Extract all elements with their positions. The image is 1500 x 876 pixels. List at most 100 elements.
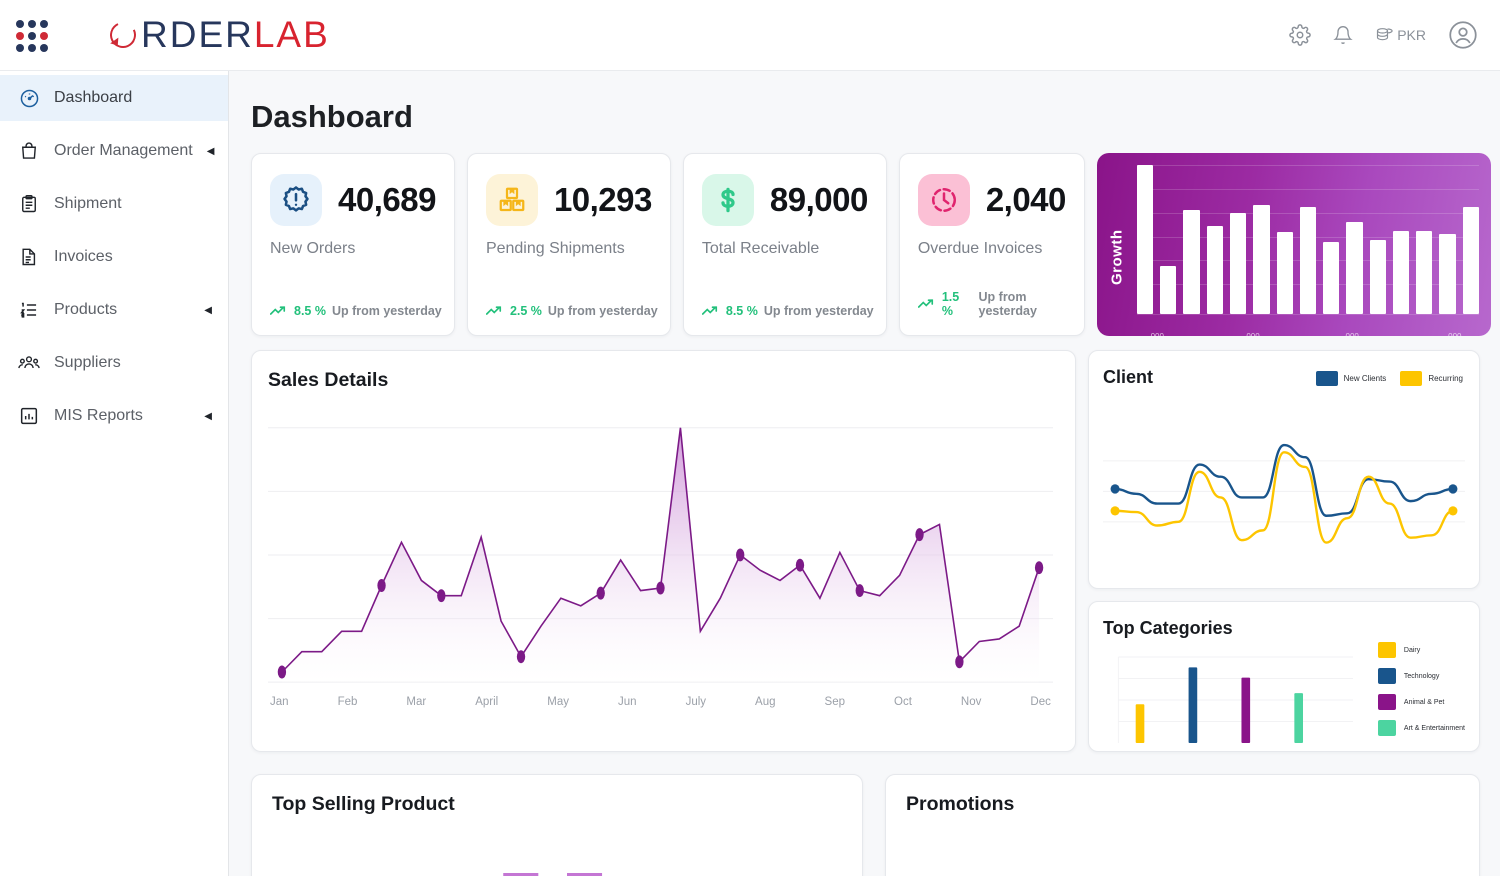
bag-icon xyxy=(18,140,40,162)
list-ol-icon xyxy=(18,299,40,321)
brand-logo[interactable]: RDERLAB xyxy=(108,14,330,56)
client-chart-card[interactable]: Client New Clients Recurring xyxy=(1088,350,1480,589)
growth-bar xyxy=(1276,232,1293,314)
kpi-value: 89,000 xyxy=(769,181,868,218)
sidebar-item-dashboard[interactable]: Dashboard xyxy=(0,75,228,121)
dashboard-app: RDERLAB PKR Dashboard Order Management ◀… xyxy=(0,0,1500,876)
category-bar xyxy=(1294,693,1303,743)
apps-grid-icon[interactable] xyxy=(14,18,48,52)
user-avatar-icon[interactable] xyxy=(1448,20,1478,50)
legend-swatch-new-clients xyxy=(1315,371,1338,386)
legend-item: New Clients xyxy=(1315,371,1387,386)
legend-swatch-art-entertainment xyxy=(1377,720,1396,736)
sales-details-card[interactable]: Sales Details Jan Feb Mar April May Jun July Au… xyxy=(251,350,1076,752)
clipboard-icon xyxy=(18,193,40,215)
sales-x-axis-labels: Jan Feb Mar April May Jun July Aug Sep Oct Nov Dec xyxy=(268,696,1053,708)
top-selling-product-card[interactable]: Top Selling Product xyxy=(251,774,863,876)
sidebar-item-invoices[interactable]: Invoices xyxy=(0,234,228,280)
kpi-value: 40,689 xyxy=(338,181,436,218)
sidebar-item-suppliers[interactable]: Suppliers xyxy=(0,340,228,386)
bell-icon[interactable] xyxy=(1333,25,1353,45)
sidebar-item-order-management[interactable]: Order Management ◀ xyxy=(0,128,228,174)
x-tick-label: Dec xyxy=(1030,696,1051,708)
clock-icon xyxy=(917,174,970,226)
middle-row: Sales Details Jan Feb Mar April May Jun July Au… xyxy=(251,350,1480,752)
growth-bar xyxy=(1346,221,1363,314)
top-categories-chart xyxy=(1117,656,1353,743)
legend-swatch-technology xyxy=(1377,668,1396,684)
category-bar xyxy=(1241,677,1251,743)
x-tick-label: Feb xyxy=(337,696,358,708)
legend-label: Dairy xyxy=(1403,646,1421,654)
legend-swatch-recurring xyxy=(1400,371,1423,386)
coins-icon xyxy=(1377,28,1393,41)
kpi-delta: 1.5 % xyxy=(941,290,960,318)
sidebar-label: Invoices xyxy=(54,248,113,265)
top-categories-card[interactable]: Top Categories Dairy Technology Animal &… xyxy=(1088,601,1480,752)
legend-label: New Clients xyxy=(1343,374,1387,383)
chevron-left-icon[interactable]: ◀ xyxy=(204,305,212,316)
growth-bar xyxy=(1323,242,1340,314)
growth-bar xyxy=(1369,239,1386,314)
kpi-delta: 2.5 % xyxy=(509,304,542,318)
sidebar-item-mis-reports[interactable]: MIS Reports ◀ xyxy=(0,393,228,439)
growth-bar xyxy=(1160,266,1177,314)
legend-label: Technology xyxy=(1403,672,1440,680)
kpi-delta-text: Up from yesterday xyxy=(547,304,658,318)
x-tick-label: Jan xyxy=(270,696,289,708)
sidebar-label: Suppliers xyxy=(54,354,121,371)
growth-bar xyxy=(1136,165,1154,314)
sidebar-label: Products xyxy=(54,301,118,318)
invoice-icon xyxy=(18,246,40,268)
sales-data-point xyxy=(596,586,605,600)
client-endpoint-marker xyxy=(1448,484,1458,494)
currency-selector[interactable]: PKR xyxy=(1375,25,1426,45)
kpi-card-new-orders[interactable]: 40,689 New Orders 8.5 % Up from yesterda… xyxy=(251,153,455,336)
sidebar: Dashboard Order Management ◀ Shipment In… xyxy=(0,71,229,876)
promotions-card[interactable]: Promotions xyxy=(885,774,1480,876)
category-bar xyxy=(1135,704,1145,743)
boxes-icon xyxy=(485,174,538,226)
chevron-left-icon[interactable]: ◀ xyxy=(207,146,215,157)
sidebar-label: Shipment xyxy=(54,195,122,212)
kpi-card-total-receivable[interactable]: 89,000 Total Receivable 8.5 % Up from ye… xyxy=(682,153,887,336)
kpi-card-pending-shipments[interactable]: 10,293 Pending Shipments 2.5 % Up from y… xyxy=(466,153,671,336)
growth-bar xyxy=(1299,206,1317,314)
legend-label: Recurring xyxy=(1428,374,1463,383)
legend-swatch-dairy xyxy=(1377,642,1396,658)
client-endpoint-marker xyxy=(1110,506,1120,516)
client-endpoint-marker xyxy=(1110,484,1120,494)
kpi-label: Pending Shipments xyxy=(485,240,625,257)
legend-item: Animal & Pet xyxy=(1377,694,1465,710)
sales-data-point xyxy=(855,584,864,598)
client-legend: New Clients Recurring xyxy=(1315,371,1463,386)
main-content: Dashboard 40,689 New Orders 8.5 % Up fro… xyxy=(229,71,1500,876)
card-title: Promotions xyxy=(906,793,1015,815)
logo-circle-icon xyxy=(108,20,138,50)
kpi-value: 2,040 xyxy=(985,181,1067,218)
growth-bar xyxy=(1462,206,1479,314)
growth-chart-card[interactable]: Growth 000 000 000 000 xyxy=(1096,153,1491,336)
x-tick-label: Aug xyxy=(755,696,776,708)
top-bar: RDERLAB PKR xyxy=(0,0,1500,71)
kpi-label: Total Receivable xyxy=(701,240,820,257)
growth-bar xyxy=(1253,205,1270,314)
growth-tick-label: 000 xyxy=(1151,332,1164,336)
dollar-icon xyxy=(701,174,754,226)
sales-data-point xyxy=(915,528,924,542)
chevron-left-icon[interactable]: ◀ xyxy=(204,411,212,422)
growth-bars xyxy=(1136,165,1479,314)
x-tick-label: July xyxy=(685,696,707,708)
sidebar-item-products[interactable]: Products ◀ xyxy=(0,287,228,333)
trend-up-icon xyxy=(917,298,936,310)
currency-label: PKR xyxy=(1397,27,1426,43)
x-tick-label: May xyxy=(547,696,569,708)
sales-data-point xyxy=(277,665,287,679)
legend-label: Animal & Pet xyxy=(1403,698,1445,706)
kpi-delta: 8.5 % xyxy=(725,304,758,318)
sidebar-item-shipment[interactable]: Shipment xyxy=(0,181,228,227)
gear-icon[interactable] xyxy=(1289,24,1311,46)
kpi-card-overdue-invoices[interactable]: 2,040 Overdue Invoices 1.5 % Up from yes… xyxy=(898,153,1085,336)
client-endpoint-marker xyxy=(1448,506,1458,516)
trend-up-icon xyxy=(270,305,288,317)
